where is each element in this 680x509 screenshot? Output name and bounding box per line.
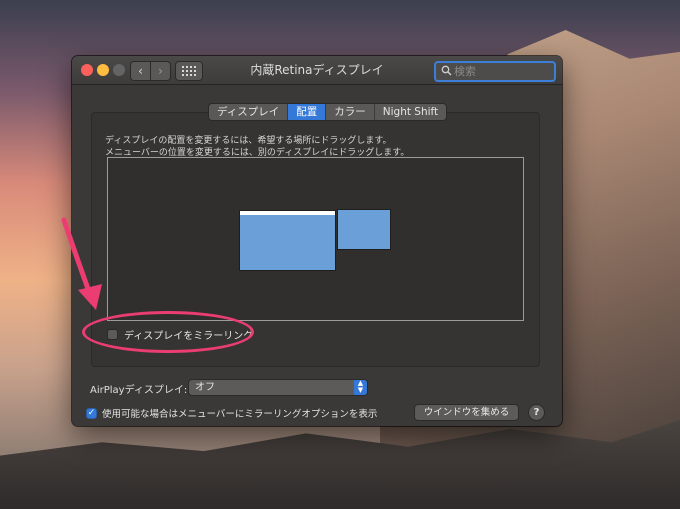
tab-arrangement[interactable]: 配置 [288, 104, 327, 120]
close-button[interactable] [81, 64, 93, 76]
menubar-mirroring-label: 使用可能な場合はメニューバーにミラーリングオプションを表示 [102, 409, 378, 420]
chevron-left-icon: ‹ [138, 64, 143, 78]
display-arrangement-area [107, 157, 524, 321]
minimize-button[interactable] [97, 64, 109, 76]
search-input[interactable] [454, 63, 549, 80]
tab-night-shift[interactable]: Night Shift [375, 104, 446, 120]
chevron-right-icon: › [158, 64, 163, 78]
menubar-indicator[interactable] [240, 211, 335, 215]
airplay-selected-value: オフ [195, 382, 215, 393]
window-title: 内蔵Retinaディスプレイ [250, 63, 384, 77]
arrangement-description: ディスプレイの配置を変更するには、希望する場所にドラッグします。 メニューバーの… [105, 135, 409, 159]
tab-color[interactable]: カラー [326, 104, 375, 120]
annotation-arrow-icon [61, 217, 102, 310]
annotation-highlight-ellipse [82, 311, 254, 353]
help-button[interactable]: ? [528, 404, 545, 421]
secondary-display-thumbnail[interactable] [337, 209, 391, 250]
forward-button[interactable]: › [150, 61, 171, 81]
zoom-button[interactable] [113, 64, 125, 76]
tab-bar: ディスプレイ 配置 カラー Night Shift [208, 103, 448, 121]
display-preferences-window: ‹ › 内蔵Retinaディスプレイ ディスプレイ 配置 [72, 56, 562, 426]
search-icon [441, 65, 452, 76]
select-arrows-icon: ▲ ▼ [354, 380, 367, 395]
search-field[interactable] [434, 61, 556, 82]
grid-icon [182, 66, 196, 76]
airplay-label: AirPlayディスプレイ: [90, 385, 188, 396]
checkmark-icon: ✓ [87, 407, 96, 418]
show-all-button[interactable] [175, 61, 203, 81]
description-line-1: ディスプレイの配置を変更するには、希望する場所にドラッグします。 [105, 136, 392, 146]
menubar-mirroring-checkbox[interactable]: ✓ [86, 407, 97, 419]
main-display-thumbnail[interactable] [239, 210, 336, 271]
titlebar: ‹ › 内蔵Retinaディスプレイ [72, 56, 562, 85]
menubar-mirroring-row: ✓ 使用可能な場合はメニューバーにミラーリングオプションを表示 [86, 406, 377, 420]
tab-display[interactable]: ディスプレイ [209, 104, 289, 120]
back-button[interactable]: ‹ [130, 61, 151, 81]
gather-windows-button[interactable]: ウインドウを集める [414, 404, 519, 421]
airplay-display-select[interactable]: オフ ▲ ▼ [188, 379, 368, 396]
